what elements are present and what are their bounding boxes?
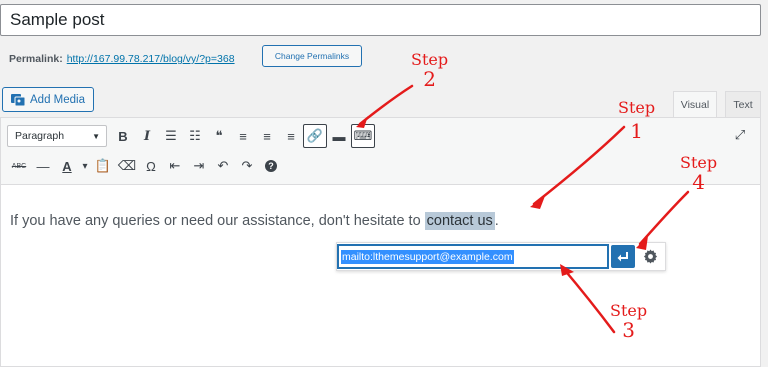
numbered-list-icon: ☷ (189, 128, 201, 143)
help-button[interactable]: ? (259, 154, 283, 178)
tab-visual[interactable]: Visual (673, 91, 717, 117)
omega-icon: Ω (146, 158, 156, 174)
bold-button[interactable]: B (111, 124, 135, 148)
content-paragraph[interactable]: If you have any queries or need our assi… (10, 212, 499, 230)
insert-link-button[interactable]: 🔗 (303, 124, 327, 148)
clipboard-icon: 📋 (94, 158, 112, 173)
change-permalinks-button[interactable]: Change Permalinks (262, 45, 362, 67)
strikethrough-button[interactable]: ABC (7, 154, 31, 178)
text-color-dropdown[interactable]: ▾ (79, 154, 91, 178)
add-media-label: Add Media (30, 93, 85, 106)
toolbar-toggle-button[interactable]: ⌨ (351, 124, 375, 148)
expand-icon: ⤢ (734, 127, 746, 142)
undo-icon: ↶ (217, 158, 229, 173)
italic-icon: I (143, 128, 151, 144)
outdent-button[interactable]: ⇤ (163, 154, 187, 178)
bold-icon: B (118, 128, 128, 144)
annotation-step-2: Step 2 (411, 50, 449, 91)
link-url-value: mailto:lthemesupport@example.com (341, 249, 514, 264)
eraser-icon: ⌫ (117, 158, 137, 173)
fullscreen-button[interactable]: ⤢ (728, 123, 752, 147)
help-icon: ? (265, 160, 277, 172)
italic-button[interactable]: I (135, 124, 159, 148)
blockquote-button[interactable]: ❝ (207, 124, 231, 148)
align-center-button[interactable]: ≡ (255, 124, 279, 148)
gear-icon (643, 249, 657, 264)
indent-icon: ⇥ (193, 158, 205, 173)
redo-icon: ↷ (241, 158, 253, 173)
link-icon: 🔗 (306, 128, 324, 143)
bullet-list-icon: ☰ (165, 128, 177, 143)
redo-button[interactable]: ↷ (235, 154, 259, 178)
apply-link-button[interactable] (611, 245, 635, 268)
chevron-down-icon: ▼ (92, 131, 100, 141)
undo-button[interactable]: ↶ (211, 154, 235, 178)
permalink-url[interactable]: http://167.99.78.217/blog/vy/?p=368 (67, 53, 235, 65)
bullet-list-button[interactable]: ☰ (159, 124, 183, 148)
permalink-label: Permalink: (9, 53, 63, 65)
media-icon (11, 93, 26, 106)
link-options-button[interactable] (639, 245, 661, 268)
clear-formatting-button[interactable]: ⌫ (115, 154, 139, 178)
paragraph-text: If you have any queries or need our assi… (10, 213, 425, 229)
post-title-input[interactable]: Sample post (0, 4, 761, 36)
selected-text[interactable]: contact us (424, 212, 495, 230)
format-select[interactable]: Paragraph ▼ (7, 125, 107, 147)
link-url-input[interactable]: mailto:lthemesupport@example.com (338, 245, 608, 268)
align-center-icon: ≡ (263, 128, 271, 144)
align-right-button[interactable]: ≡ (279, 124, 303, 148)
read-more-button[interactable]: ▬ (327, 124, 351, 148)
tab-text[interactable]: Text (725, 91, 761, 117)
text-color-button[interactable]: A (55, 154, 79, 178)
enter-icon (617, 251, 628, 261)
annotation-step-1: Step 1 (618, 98, 656, 143)
numbered-list-button[interactable]: ☷ (183, 124, 207, 148)
read-more-icon: ▬ (332, 128, 346, 144)
horizontal-line-button[interactable]: — (31, 154, 55, 178)
text-color-icon: A (62, 158, 72, 174)
chevron-down-icon: ▾ (82, 160, 88, 172)
add-media-button[interactable]: Add Media (2, 87, 94, 112)
align-left-icon: ≡ (239, 128, 247, 144)
annotation-step-4: Step 4 (680, 153, 718, 194)
horizontal-line-icon: — (36, 158, 50, 174)
paragraph-period: . (494, 213, 499, 229)
keyboard-icon: ⌨ (353, 128, 373, 143)
toolbar-row-primary: Paragraph ▼ B I ☰ ☷ ❝ ≡ ≡ ≡ 🔗 ▬ ⌨ (7, 123, 375, 149)
format-select-value: Paragraph (15, 130, 65, 142)
permalink-bar: Permalink: http://167.99.78.217/blog/vy/… (9, 48, 235, 70)
quote-icon: ❝ (215, 128, 223, 143)
align-right-icon: ≡ (287, 128, 295, 144)
toolbar-row-secondary: ABC — A ▾ 📋 ⌫ Ω ⇤ ⇥ ↶ ↷? (7, 153, 283, 179)
paste-text-button[interactable]: 📋 (91, 154, 115, 178)
strikethrough-icon: ABC (11, 162, 27, 170)
indent-button[interactable]: ⇥ (187, 154, 211, 178)
special-character-button[interactable]: Ω (139, 154, 163, 178)
outdent-icon: ⇤ (169, 158, 181, 173)
align-left-button[interactable]: ≡ (231, 124, 255, 148)
annotation-step-3: Step 3 (610, 301, 648, 342)
